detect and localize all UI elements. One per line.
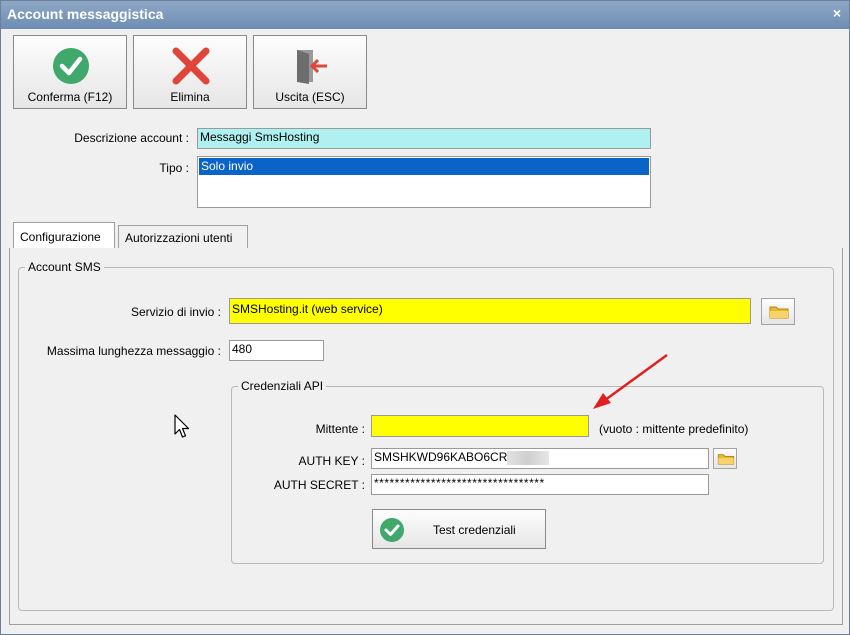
service-field[interactable]: SMSHosting.it (web service) xyxy=(229,298,751,324)
red-x-icon xyxy=(172,47,210,85)
service-label: Servizio di invio : xyxy=(130,305,221,319)
sender-input[interactable] xyxy=(371,415,589,437)
auth-secret-label: AUTH SECRET : xyxy=(273,478,365,492)
type-label: Tipo : xyxy=(159,161,189,175)
folder-icon xyxy=(769,306,789,319)
test-credentials-button[interactable]: Test credenziali xyxy=(372,509,546,549)
folder-icon xyxy=(717,454,735,465)
auth-key-redaction xyxy=(507,450,550,465)
max-length-input[interactable]: 480 xyxy=(229,340,324,361)
check-circle-icon xyxy=(53,48,89,84)
auth-key-browse-button[interactable] xyxy=(713,448,737,469)
delete-label: Elimina xyxy=(170,90,210,104)
test-credentials-label: Test credenziali xyxy=(433,523,516,537)
exit-button[interactable]: Uscita (ESC) xyxy=(253,35,367,109)
title-bar: Account messaggistica × xyxy=(1,1,849,29)
confirm-button[interactable]: Conferma (F12) xyxy=(13,35,127,109)
auth-key-label: AUTH KEY : xyxy=(298,454,365,468)
sender-hint: (vuoto : mittente predefinito) xyxy=(599,422,749,436)
auth-secret-input[interactable]: ********************************* xyxy=(371,474,709,495)
description-label: Descrizione account : xyxy=(74,131,189,145)
exit-door-icon xyxy=(297,50,327,84)
delete-button[interactable]: Elimina xyxy=(133,35,247,109)
window-title: Account messaggistica xyxy=(7,6,164,22)
check-circle-icon xyxy=(380,518,404,542)
close-icon[interactable]: × xyxy=(833,5,841,21)
exit-label: Uscita (ESC) xyxy=(275,90,345,104)
confirm-label: Conferma (F12) xyxy=(27,90,113,104)
account-sms-group-title: Account SMS xyxy=(25,260,104,274)
sender-label: Mittente : xyxy=(315,422,365,436)
annotation-arrow-icon xyxy=(593,353,668,409)
auth-key-value: SMSHKWD96KABO6CR xyxy=(374,450,508,464)
tab-configurazione[interactable]: Configurazione xyxy=(13,222,115,249)
account-window: Account messaggistica × Conferma (F12) E… xyxy=(0,0,850,635)
type-option-selected[interactable]: Solo invio xyxy=(199,158,649,175)
mouse-cursor-icon xyxy=(174,414,190,438)
description-input[interactable]: Messaggi SmsHosting xyxy=(197,128,651,149)
service-browse-button[interactable] xyxy=(761,298,795,325)
auth-key-input[interactable]: SMSHKWD96KABO6CR xyxy=(371,448,709,469)
api-credentials-group-title: Credenziali API xyxy=(238,379,327,393)
type-listbox[interactable]: Solo invio xyxy=(197,156,651,208)
max-length-label: Massima lunghezza messaggio : xyxy=(46,344,221,358)
tab-autorizzazioni-utenti[interactable]: Autorizzazioni utenti xyxy=(118,225,248,249)
